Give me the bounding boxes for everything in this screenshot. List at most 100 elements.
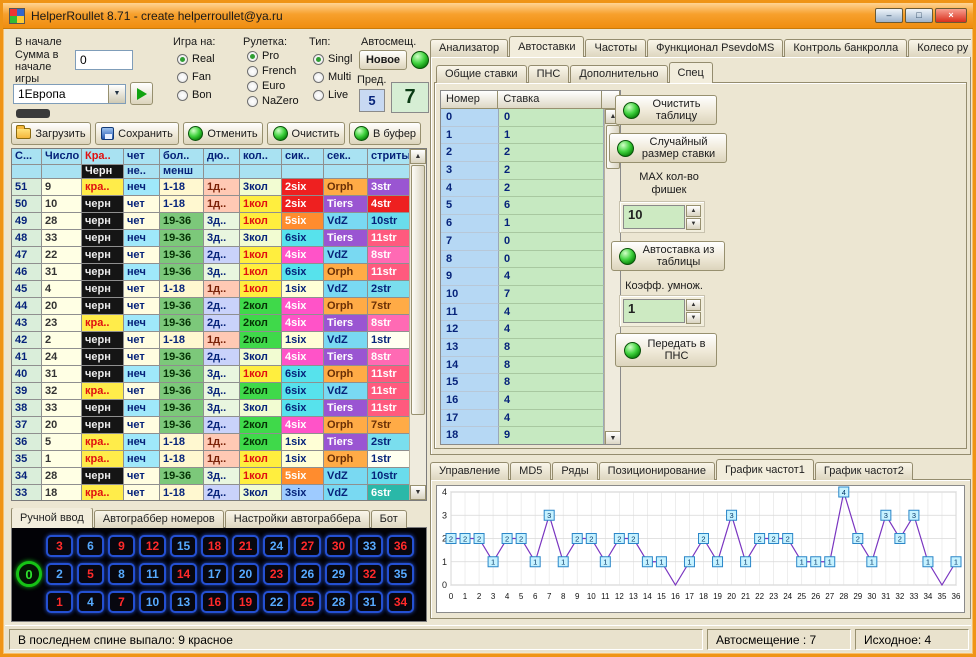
random-bet-size-button[interactable]: Случайный размер ставки — [609, 133, 727, 163]
tab-анализатор[interactable]: Анализатор — [430, 39, 508, 57]
number-tile-29[interactable]: 29 — [325, 563, 352, 585]
tab-ряды[interactable]: Ряды — [552, 462, 597, 480]
number-tile-22[interactable]: 22 — [263, 591, 290, 613]
start-sum-input[interactable] — [75, 50, 133, 70]
copy-to-buffer-button[interactable]: В буфер — [349, 122, 421, 145]
number-tile-25[interactable]: 25 — [294, 591, 321, 613]
radio-pro[interactable]: Pro — [247, 49, 299, 63]
spec-row[interactable]: 61 — [441, 215, 604, 233]
number-tile-3[interactable]: 3 — [46, 535, 73, 557]
history-row[interactable]: 3833черннеч19-363д..3кол6sixTiers11str — [12, 400, 409, 417]
number-tile-23[interactable]: 23 — [263, 563, 290, 585]
number-tile-30[interactable]: 30 — [325, 535, 352, 557]
tab-частоты[interactable]: Частоты — [585, 39, 646, 57]
number-tile-15[interactable]: 15 — [170, 535, 197, 557]
spin-down-icon[interactable]: ▼ — [686, 312, 701, 324]
save-button[interactable]: Сохранить — [95, 122, 179, 145]
radio-nazero[interactable]: NaZero — [247, 94, 299, 108]
collapse-strip[interactable] — [16, 109, 50, 118]
spec-row[interactable]: 42 — [441, 180, 604, 198]
number-tile-2[interactable]: 2 — [46, 563, 73, 585]
number-tile-12[interactable]: 12 — [139, 535, 166, 557]
number-tile-33[interactable]: 33 — [356, 535, 383, 557]
number-tile-16[interactable]: 16 — [201, 591, 228, 613]
history-row[interactable]: 4631черннеч19-363д..1кол6sixOrph11str — [12, 264, 409, 281]
radio-euro[interactable]: Euro — [247, 79, 299, 93]
number-tile-6[interactable]: 6 — [77, 535, 104, 557]
spec-row[interactable]: 164 — [441, 392, 604, 410]
number-tile-21[interactable]: 21 — [232, 535, 259, 557]
number-tile-13[interactable]: 13 — [170, 591, 197, 613]
subtab-дополнительно[interactable]: Дополнительно — [570, 65, 667, 83]
number-tile-9[interactable]: 9 — [108, 535, 135, 557]
spec-row[interactable]: 138 — [441, 339, 604, 357]
spec-row[interactable]: 56 — [441, 197, 604, 215]
history-row[interactable]: 5010чернчет1-181д..1кол2sixTiers4str — [12, 196, 409, 213]
coef-input[interactable]: 1 — [623, 299, 685, 323]
radio-fan[interactable]: Fan — [177, 69, 215, 85]
number-tile-36[interactable]: 36 — [387, 535, 414, 557]
number-tile-26[interactable]: 26 — [294, 563, 321, 585]
scroll-down-icon[interactable]: ▼ — [410, 485, 426, 500]
spec-row[interactable]: 148 — [441, 357, 604, 375]
spec-row[interactable]: 70 — [441, 233, 604, 251]
number-tile-0[interactable]: 0 — [16, 561, 42, 587]
tab-график-частот1[interactable]: График частот1 — [716, 459, 814, 480]
tab-бот[interactable]: Бот — [371, 510, 407, 528]
spec-row[interactable]: 158 — [441, 374, 604, 392]
radio-live[interactable]: Live — [313, 87, 352, 103]
history-row[interactable]: 454чернчет1-181д..1кол1sixVdZ2str — [12, 281, 409, 298]
tab-управление[interactable]: Управление — [430, 462, 509, 480]
number-tile-19[interactable]: 19 — [232, 591, 259, 613]
history-row[interactable]: 4928чернчет19-363д..1кол5sixVdZ10str — [12, 213, 409, 230]
spec-row[interactable]: 189 — [441, 427, 604, 445]
scroll-up-icon[interactable]: ▲ — [410, 149, 426, 164]
number-tile-20[interactable]: 20 — [232, 563, 259, 585]
number-tile-4[interactable]: 4 — [77, 591, 104, 613]
number-tile-14[interactable]: 14 — [170, 563, 197, 585]
radio-singl[interactable]: Singl — [313, 51, 352, 67]
load-button[interactable]: Загрузить — [11, 122, 91, 145]
history-row[interactable]: 3932кра..чет19-363д..2кол6sixVdZ11str — [12, 383, 409, 400]
history-row[interactable]: 351кра..неч1-181д..1кол1sixOrph1str — [12, 451, 409, 468]
spin-up-icon[interactable]: ▲ — [686, 205, 701, 217]
minimize-icon[interactable]: – — [875, 8, 903, 23]
tab-автоставки[interactable]: Автоставки — [509, 36, 584, 57]
history-row[interactable]: 3428чернчет19-363д..1кол5sixVdZ10str — [12, 468, 409, 485]
tab-ручной-ввод[interactable]: Ручной ввод — [11, 508, 93, 528]
radio-multi[interactable]: Multi — [313, 69, 352, 85]
history-row[interactable]: 4722чернчет19-362д..1кол4sixVdZ8str — [12, 247, 409, 264]
clear-spec-table-button[interactable]: Очистить таблицу — [615, 95, 717, 125]
number-tile-24[interactable]: 24 — [263, 535, 290, 557]
radio-french[interactable]: French — [247, 64, 299, 78]
history-row[interactable]: 3318кра..чет1-182д..3кол3sixVdZ6str — [12, 485, 409, 500]
scroll-down-icon[interactable]: ▼ — [605, 431, 621, 445]
history-row[interactable]: 4420чернчет19-362д..2кол4sixOrph7str — [12, 298, 409, 315]
spec-row[interactable]: 11 — [441, 127, 604, 145]
history-row[interactable]: 4833черннеч19-363д..3кол6sixTiers11str — [12, 230, 409, 247]
close-icon[interactable]: × — [935, 8, 967, 23]
number-tile-17[interactable]: 17 — [201, 563, 228, 585]
history-row[interactable]: 365кра..неч1-181д..2кол1sixTiers2str — [12, 434, 409, 451]
history-row[interactable]: 3720чернчет19-362д..2кол4sixOrph7str — [12, 417, 409, 434]
autoshift-indicator-icon[interactable] — [411, 51, 429, 69]
number-tile-5[interactable]: 5 — [77, 563, 104, 585]
history-scroll-thumb[interactable] — [411, 165, 425, 415]
send-to-pns-button[interactable]: Передать в ПНС — [615, 333, 717, 367]
history-row[interactable]: 422чернчет1-181д..2кол1sixVdZ1str — [12, 332, 409, 349]
number-tile-18[interactable]: 18 — [201, 535, 228, 557]
maximize-icon[interactable]: □ — [905, 8, 933, 23]
preset-combobox[interactable]: 1Европа ▼ — [13, 84, 126, 104]
spec-row[interactable]: 00 — [441, 109, 604, 127]
tab-функционал-psevdoms[interactable]: Функционал PsevdoMS — [647, 39, 783, 57]
number-tile-34[interactable]: 34 — [387, 591, 414, 613]
spec-row[interactable]: 32 — [441, 162, 604, 180]
spec-row[interactable]: 174 — [441, 410, 604, 428]
history-row[interactable]: 4323кра..неч19-362д..2кол4sixTiers8str — [12, 315, 409, 332]
spin-down-icon[interactable]: ▼ — [686, 218, 701, 230]
number-tile-7[interactable]: 7 — [108, 591, 135, 613]
spec-row[interactable]: 107 — [441, 286, 604, 304]
number-tile-10[interactable]: 10 — [139, 591, 166, 613]
tab-контроль-банкролла[interactable]: Контроль банкролла — [784, 39, 907, 57]
history-row[interactable]: 4124чернчет19-362д..3кол4sixTiers8str — [12, 349, 409, 366]
